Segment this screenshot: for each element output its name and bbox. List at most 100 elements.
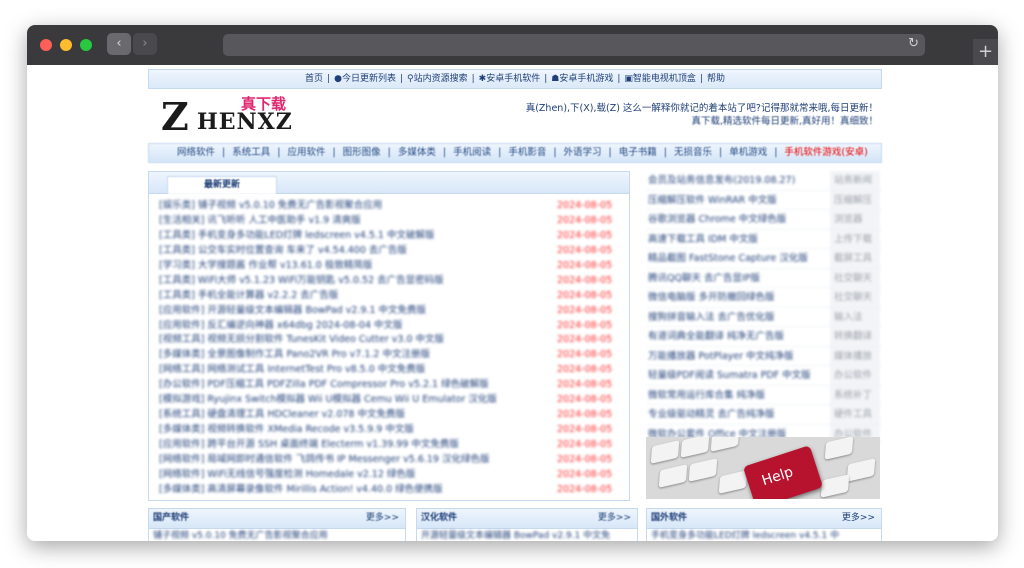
sidebar-row[interactable]: 精品截图 FastStone Capture 汉化版 截屏工具 [646,249,882,269]
top-nav-link[interactable]: ✱安卓手机软件 [479,74,541,84]
category-link[interactable]: 系统工具 [232,147,270,158]
new-tab-button[interactable]: + [973,39,998,65]
sidebar-title[interactable]: 谷歌浏览器 Chrome 中文绿色版 [648,210,826,229]
sidebar-title[interactable]: 万能播放器 PotPlayer 中文纯净版 [648,347,826,366]
sidebar-title[interactable]: 轻量级PDF阅读 Sumatra PDF 中文版 [648,366,826,385]
update-title[interactable]: [模拟游戏] Ryujinx Switch模拟器 Wii U模拟器 Cemu W… [159,393,539,408]
tab-latest-updates[interactable]: 最新更新 [167,176,277,194]
sidebar-title[interactable]: 会员及站务信息发布(2019.08.27) [648,171,826,190]
update-row[interactable]: [应用软件] 反汇编逆向神器 x64dbg 2024-08-04 中文版 2024… [159,319,621,334]
reload-icon[interactable]: ↻ [908,36,919,51]
sidebar-title[interactable]: 专业级驱动精灵 去广告纯净版 [648,405,826,424]
update-title[interactable]: [工具类] 公交车实时位置查询 车来了 v4.54.400 去广告版 [159,244,539,259]
sidebar-category[interactable]: 压缩解压 [830,190,880,210]
update-row[interactable]: [工具类] WiFi大师 v5.1.23 WiFi万能钥匙 v5.0.52 去广… [159,274,621,289]
minimize-window-button[interactable] [60,39,72,51]
category-link-android[interactable]: 手机软件游戏(安卓) [784,147,867,158]
sidebar-title[interactable]: 高速下载工具 IDM 中文版 [648,230,826,249]
panel-item[interactable]: 手机变身多功能LED灯牌 ledscreen v4.5.1 中 [647,529,881,541]
category-link[interactable]: 图形图像 [343,147,381,158]
forward-button[interactable]: › [133,33,157,55]
more-link[interactable]: 更多>> [842,509,875,528]
category-link[interactable]: 应用软件 [287,147,325,158]
update-row[interactable]: [系统工具] 硬盘清理工具 HDCleaner v2.078 中文免费版 2024… [159,408,621,423]
update-row[interactable]: [应用软件] 开源轻量级文本编辑器 BowPad v2.9.1 中文免费版 202… [159,304,621,319]
sidebar-row[interactable]: 微信电脑版 多开防撤回绿色版 社交聊天 [646,288,882,308]
category-link[interactable]: 手机阅读 [453,147,491,158]
sidebar-category[interactable]: 办公软件 [830,366,880,385]
update-row[interactable]: [应用软件] 跨平台开源 SSH 桌面终端 Electerm v1.39.99 … [159,438,621,453]
sidebar-title[interactable]: 搜狗拼音输入法 去广告优化版 [648,308,826,327]
update-title[interactable]: [工具类] WiFi大师 v5.1.23 WiFi万能钥匙 v5.0.52 去广… [159,274,539,289]
update-title[interactable]: [视频工具] 视频无损分割软件 TunesKit Video Cutter v3… [159,333,539,348]
site-logo[interactable]: Z HENXZ 真下载 [161,93,301,137]
update-title[interactable]: [多媒体类] 高清屏幕录像软件 Mirillis Action! v4.40.0… [159,483,539,498]
update-row[interactable]: [办公软件] PDF压缩工具 PDFZilla PDF Compressor P… [159,378,621,393]
category-link[interactable]: 电子书籍 [619,147,657,158]
panel-item[interactable]: 铺子视频 v5.0.10 免费无广告影视聚合应用 [149,529,405,541]
update-row[interactable]: [生活相关] 讯飞听听 人工中医助手 v1.9 清爽版 2024-08-05 [159,214,621,229]
sidebar-row[interactable]: 万能播放器 PotPlayer 中文纯净版 媒体播放 [646,346,882,366]
update-row[interactable]: [网络软件] 局域网即时通信软件 飞鸽传书 IP Messenger v5.6.… [159,453,621,468]
sidebar-category[interactable]: 截屏工具 [830,249,880,268]
update-title[interactable]: [网络软件] WiFi无线信号强度检测 Homedale v2.12 绿色版 [159,468,539,483]
sidebar-category[interactable]: 站务新闻 [830,171,880,190]
update-title[interactable]: [应用软件] 开源轻量级文本编辑器 BowPad v2.9.1 中文免费版 [159,304,539,319]
update-title[interactable]: [学习类] 大学搜题酱 作业帮 v13.61.0 极致精简版 [159,259,539,274]
sidebar-category[interactable]: 浏览器 [830,210,880,229]
update-title[interactable]: [工具类] 手机变身多功能LED灯牌 ledscreen v4.5.1 中文破解… [159,229,539,244]
category-link[interactable]: 手机影音 [508,147,546,158]
update-row[interactable]: [网络软件] WiFi无线信号强度检测 Homedale v2.12 绿色版 20… [159,468,621,483]
update-row[interactable]: [娱乐类] 铺子视频 v5.0.10 免费无广告影视聚合应用 2024-08-05 [159,199,621,214]
sidebar-category[interactable]: 转换翻译 [830,327,880,346]
more-link[interactable]: 更多>> [598,509,631,528]
maximize-window-button[interactable] [80,39,92,51]
update-row[interactable]: [多媒体类] 高清屏幕录像软件 Mirillis Action! v4.40.0… [159,483,621,498]
top-nav-link[interactable]: 帮助 [707,74,725,84]
sidebar-title[interactable]: 压缩解压软件 WinRAR 中文版 [648,191,826,210]
top-nav-link[interactable]: ●今日更新列表 [334,74,396,84]
sidebar-category[interactable]: 社交聊天 [830,268,880,288]
update-row[interactable]: [学习类] 大学搜题酱 作业帮 v13.61.0 极致精简版 2024-08-05 [159,259,621,274]
sidebar-row[interactable]: 搜狗拼音输入法 去广告优化版 输入法 [646,307,882,327]
update-title[interactable]: [多媒体类] 全景图像制作工具 Pano2VR Pro v7.1.2 中文注册版 [159,348,539,363]
category-link[interactable]: 外语学习 [564,147,602,158]
sidebar-category[interactable]: 社交聊天 [830,288,880,307]
sidebar-row[interactable]: 微软常用运行库合集 纯净版 系统补丁 [646,385,882,405]
sidebar-title[interactable]: 微软常用运行库合集 纯净版 [648,386,826,405]
update-row[interactable]: [网络工具] 网络测试工具 InternetTest Pro v8.5.0 中文… [159,363,621,378]
sidebar-category[interactable]: 媒体播放 [830,346,880,366]
update-row[interactable]: [工具类] 手机变身多功能LED灯牌 ledscreen v4.5.1 中文破解… [159,229,621,244]
update-row[interactable]: [模拟游戏] Ryujinx Switch模拟器 Wii U模拟器 Cemu W… [159,393,621,408]
update-row[interactable]: [多媒体类] 全景图像制作工具 Pano2VR Pro v7.1.2 中文注册版… [159,348,621,363]
update-title[interactable]: [多媒体类] 视频转换软件 XMedia Recode v3.5.9.9 中文版 [159,423,539,438]
category-link[interactable]: 单机游戏 [729,147,767,158]
sidebar-row[interactable]: 专业级驱动精灵 去广告纯净版 硬件工具 [646,405,882,425]
update-row[interactable]: [多媒体类] 视频转换软件 XMedia Recode v3.5.9.9 中文版… [159,423,621,438]
update-title[interactable]: [系统工具] 硬盘清理工具 HDCleaner v2.078 中文免费版 [159,408,539,423]
category-link[interactable]: 无损音乐 [674,147,712,158]
close-window-button[interactable] [40,39,52,51]
sidebar-row[interactable]: 轻量级PDF阅读 Sumatra PDF 中文版 办公软件 [646,366,882,386]
category-link[interactable]: 多媒体类 [398,147,436,158]
update-row[interactable]: [工具类] 公交车实时位置查询 车来了 v4.54.400 去广告版 2024-0… [159,244,621,259]
sidebar-row[interactable]: 会员及站务信息发布(2019.08.27) 站务新闻 [646,171,882,191]
sidebar-title[interactable]: 有道词典全能翻译 纯净无广告版 [648,327,826,346]
top-nav-link[interactable]: 首页 [305,74,323,84]
update-title[interactable]: [应用软件] 跨平台开源 SSH 桌面终端 Electerm v1.39.99 … [159,438,539,453]
update-title[interactable]: [生活相关] 讯飞听听 人工中医助手 v1.9 清爽版 [159,214,539,229]
panel-item[interactable]: 开源轻量级文本编辑器 BowPad v2.9.1 中文免 [417,529,637,541]
sidebar-row[interactable]: 高速下载工具 IDM 中文版 上传下载 [646,229,882,249]
more-link[interactable]: 更多>> [366,509,399,528]
top-nav-link[interactable]: ⚲站内资源搜索 [407,74,468,84]
top-nav-link[interactable]: ☗安卓手机游戏 [551,74,613,84]
top-nav-link[interactable]: ▣智能电视机顶盒 [624,74,696,84]
update-row[interactable]: [工具类] 手机全能计算器 v2.2.2 去广告版 2024-08-05 [159,289,621,304]
sidebar-row[interactable]: 腾讯QQ聊天 去广告显IP版 社交聊天 [646,268,882,288]
sidebar-category[interactable]: 输入法 [830,307,880,327]
update-row[interactable]: [视频工具] 视频无损分割软件 TunesKit Video Cutter v3… [159,333,621,348]
update-title[interactable]: [娱乐类] 铺子视频 v5.0.10 免费无广告影视聚合应用 [159,199,539,214]
category-link[interactable]: 网络软件 [177,147,215,158]
update-title[interactable]: [办公软件] PDF压缩工具 PDFZilla PDF Compressor P… [159,378,539,393]
update-title[interactable]: [工具类] 手机全能计算器 v2.2.2 去广告版 [159,289,539,304]
